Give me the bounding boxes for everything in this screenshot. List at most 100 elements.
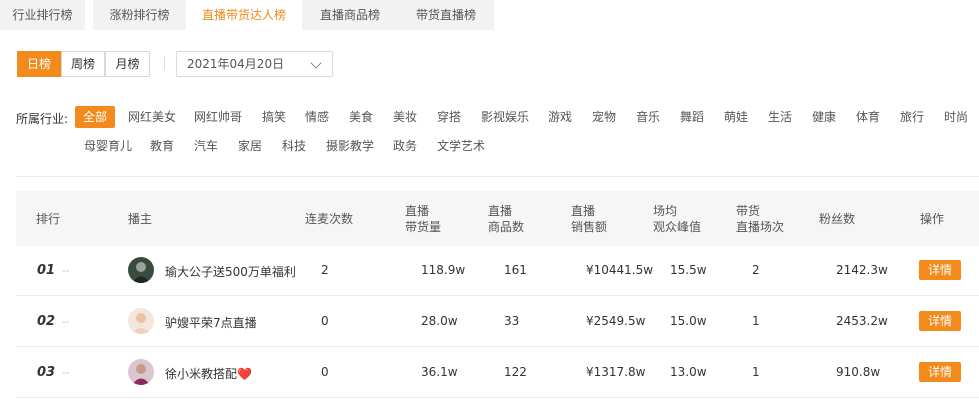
- avatar[interactable]: [128, 359, 154, 385]
- table-row: 02 -- 驴嫂平荣7点直播 0 28.0w 33 ¥2549.5w 15.0w…: [16, 297, 979, 347]
- industry-tag[interactable]: 网红美女: [128, 106, 176, 128]
- peak-viewers: 15.0w: [670, 314, 707, 328]
- industry-tag[interactable]: 美食: [349, 106, 373, 128]
- rank-change: --: [62, 368, 70, 379]
- industry-tag[interactable]: 时尚: [944, 106, 968, 128]
- table-row: 01 -- 瑜大公子送500万单福利 2 118.9w 161 ¥10441.5…: [16, 246, 979, 296]
- sales-volume: 36.1w: [421, 365, 458, 379]
- industry-tag[interactable]: 汽车: [194, 135, 218, 157]
- industry-tag[interactable]: 宠物: [592, 106, 616, 128]
- industry-tag[interactable]: 音乐: [636, 106, 660, 128]
- tab-fans-growth-rank[interactable]: 涨粉排行榜: [93, 0, 186, 30]
- header-action: 操作: [920, 212, 945, 226]
- header-link-count: 连麦次数: [305, 212, 354, 226]
- product-count: 33: [504, 314, 520, 328]
- tab-commerce-live-rank[interactable]: 带货直播榜: [398, 0, 494, 30]
- industry-tag[interactable]: 母婴育儿: [84, 135, 132, 157]
- rank-change: --: [62, 266, 70, 277]
- header-line: 直播场次: [736, 220, 785, 234]
- industry-tag[interactable]: 穿搭: [437, 106, 461, 128]
- table-header: 排行 播主 连麦次数 直播 带货量 直播 商品数 直播 销售额 场均 观众峰值 …: [16, 191, 979, 246]
- rank-change: --: [62, 317, 70, 328]
- industry-tag[interactable]: 舞蹈: [680, 106, 704, 128]
- table-row: 03 -- 徐小米教搭配❤️ 0 36.1w 122 ¥1317.8w 13.0…: [16, 348, 979, 398]
- sales-amount: ¥2549.5w: [586, 314, 646, 328]
- fans-count: 2453.2w: [836, 314, 888, 328]
- live-sessions: 1: [752, 314, 760, 328]
- industry-tag[interactable]: 美妆: [393, 106, 417, 128]
- date-picker[interactable]: 2021年04月20日: [176, 51, 333, 77]
- header-line: 带货: [736, 204, 761, 218]
- rank-number: 01: [37, 263, 56, 278]
- industry-tag[interactable]: 文学艺术: [437, 135, 485, 157]
- header-line: 直播: [571, 204, 596, 218]
- fans-count: 2142.3w: [836, 263, 888, 277]
- rank-number: 02: [37, 314, 56, 329]
- header-line: 销售额: [571, 220, 608, 234]
- header-line: 商品数: [488, 220, 525, 234]
- sales-amount: ¥1317.8w: [586, 365, 646, 379]
- header-line: 场均: [653, 204, 678, 218]
- header-sales-amount: 直播 销售额: [571, 203, 607, 235]
- header-rank: 排行: [36, 212, 61, 226]
- anchor-name[interactable]: 驴嫂平荣7点直播: [165, 314, 257, 331]
- period-week-button[interactable]: 周榜: [61, 51, 105, 77]
- detail-button[interactable]: 详情: [919, 260, 961, 280]
- industry-tag[interactable]: 教育: [150, 135, 174, 157]
- live-sessions: 2: [752, 263, 760, 277]
- industry-tag[interactable]: 旅行: [900, 106, 924, 128]
- anchor-name[interactable]: 徐小米教搭配❤️: [165, 365, 252, 382]
- industry-tag[interactable]: 情感: [305, 106, 329, 128]
- avatar-image: [128, 308, 154, 334]
- fans-count: 910.8w: [836, 365, 881, 379]
- industry-tag[interactable]: 网红帅哥: [194, 106, 242, 128]
- header-peak-viewers: 场均 观众峰值: [653, 203, 701, 235]
- chevron-down-icon: [310, 57, 322, 69]
- industry-label: 所属行业:: [16, 112, 69, 126]
- period-day-button[interactable]: 日榜: [17, 51, 61, 77]
- industry-tag[interactable]: 家居: [238, 135, 262, 157]
- header-line: 直播: [488, 204, 513, 218]
- separator: [164, 56, 165, 70]
- detail-button[interactable]: 详情: [919, 311, 961, 331]
- live-sessions: 1: [752, 365, 760, 379]
- avatar[interactable]: [128, 308, 154, 334]
- header-live-sessions: 带货 直播场次: [736, 203, 784, 235]
- period-month-button[interactable]: 月榜: [105, 51, 150, 77]
- header-line: 直播: [405, 204, 430, 218]
- link-count: 2: [321, 263, 329, 277]
- sales-volume: 28.0w: [421, 314, 458, 328]
- industry-tag[interactable]: 生活: [768, 106, 792, 128]
- industry-tag[interactable]: 萌娃: [724, 106, 748, 128]
- section-divider: [16, 176, 979, 177]
- industry-tag[interactable]: 游戏: [548, 106, 572, 128]
- link-count: 0: [321, 314, 329, 328]
- product-count: 161: [504, 263, 527, 277]
- avatar-image: [128, 359, 154, 385]
- avatar-image: [128, 257, 154, 283]
- industry-tag[interactable]: 摄影教学: [326, 135, 374, 157]
- sales-volume: 118.9w: [421, 263, 466, 277]
- anchor-name[interactable]: 瑜大公子送500万单福利: [165, 263, 296, 280]
- peak-viewers: 15.5w: [670, 263, 707, 277]
- tab-live-commerce-rank[interactable]: 直播带货达人榜: [186, 0, 302, 30]
- tab-live-product-rank[interactable]: 直播商品榜: [302, 0, 398, 30]
- peak-viewers: 13.0w: [670, 365, 707, 379]
- industry-tag[interactable]: 政务: [393, 135, 417, 157]
- link-count: 0: [321, 365, 329, 379]
- industry-tag[interactable]: 健康: [812, 106, 836, 128]
- avatar[interactable]: [128, 257, 154, 283]
- date-value: 2021年04月20日: [187, 57, 285, 71]
- industry-tag[interactable]: 科技: [282, 135, 306, 157]
- product-count: 122: [504, 365, 527, 379]
- industry-tag[interactable]: 影视娱乐: [481, 106, 529, 128]
- ranking-tabs: 行业排行榜 涨粉排行榜 直播带货达人榜 直播商品榜 带货直播榜: [0, 0, 979, 30]
- tab-industry-rank[interactable]: 行业排行榜: [0, 0, 85, 30]
- industry-tag-all[interactable]: 全部: [75, 106, 116, 128]
- header-sales-volume: 直播 带货量: [405, 203, 441, 235]
- header-fans: 粉丝数: [819, 212, 856, 226]
- industry-tag[interactable]: 搞笑: [262, 106, 286, 128]
- industry-tag[interactable]: 体育: [856, 106, 880, 128]
- header-line: 观众峰值: [653, 220, 702, 234]
- detail-button[interactable]: 详情: [919, 362, 961, 382]
